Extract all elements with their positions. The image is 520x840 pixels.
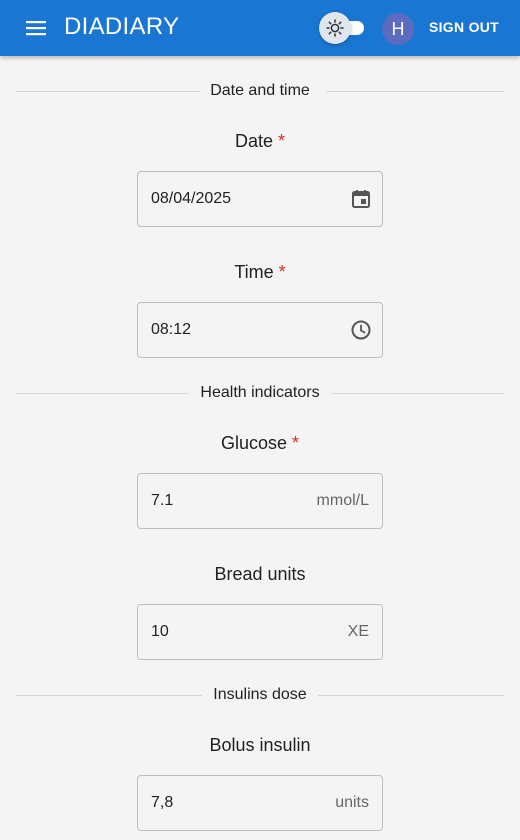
bolus-insulin-label: Bolus insulin	[209, 735, 311, 755]
date-picker-button[interactable]	[350, 188, 372, 210]
bolus-insulin-field[interactable]: units	[137, 775, 383, 831]
time-label-row: Time *	[0, 260, 520, 284]
bread-units-label: Bread units	[214, 564, 306, 584]
app-title: DIADIARY	[64, 13, 180, 40]
date-field[interactable]	[137, 171, 383, 227]
theme-toggle[interactable]	[318, 12, 370, 44]
sign-out-button[interactable]: SIGN OUT	[424, 12, 504, 42]
glucose-label-row: Glucose *	[0, 431, 520, 455]
time-field[interactable]	[137, 302, 383, 358]
bread-units-label-row: Bread units	[0, 562, 520, 586]
section-divider-date-time: Date and time	[16, 81, 504, 101]
time-picker-button[interactable]	[350, 319, 372, 341]
bread-units-input[interactable]	[151, 605, 331, 659]
bread-units-field[interactable]: XE	[137, 604, 383, 660]
section-title-health: Health indicators	[190, 384, 330, 401]
date-label: Date	[234, 131, 273, 151]
glucose-input[interactable]	[151, 474, 331, 528]
bolus-insulin-unit: units	[335, 794, 369, 811]
bread-units-unit: XE	[347, 623, 369, 640]
menu-icon	[20, 16, 52, 40]
bolus-insulin-input[interactable]	[151, 776, 331, 830]
required-mark: *	[292, 433, 300, 453]
glucose-unit: mmol/L	[316, 492, 369, 509]
clock-icon	[350, 319, 372, 341]
date-label-row: Date *	[0, 129, 520, 153]
app-bar: DIADIARY H SIGN OUT	[0, 0, 520, 56]
section-title-insulins: Insulins dose	[203, 686, 317, 703]
section-divider-health: Health indicators	[16, 383, 504, 403]
menu-button[interactable]	[20, 16, 52, 40]
bolus-insulin-label-row: Bolus insulin	[0, 733, 520, 757]
toggle-thumb	[319, 12, 351, 44]
date-input[interactable]	[151, 172, 331, 226]
section-title-date-time: Date and time	[200, 82, 320, 99]
calendar-icon	[350, 188, 372, 210]
required-mark: *	[278, 131, 286, 151]
time-label: Time	[234, 262, 274, 282]
section-divider-insulins: Insulins dose	[16, 685, 504, 705]
glucose-field[interactable]: mmol/L	[137, 473, 383, 529]
glucose-label: Glucose	[220, 433, 288, 453]
avatar[interactable]: H	[382, 13, 414, 45]
required-mark: *	[278, 262, 286, 282]
time-input[interactable]	[151, 303, 331, 357]
